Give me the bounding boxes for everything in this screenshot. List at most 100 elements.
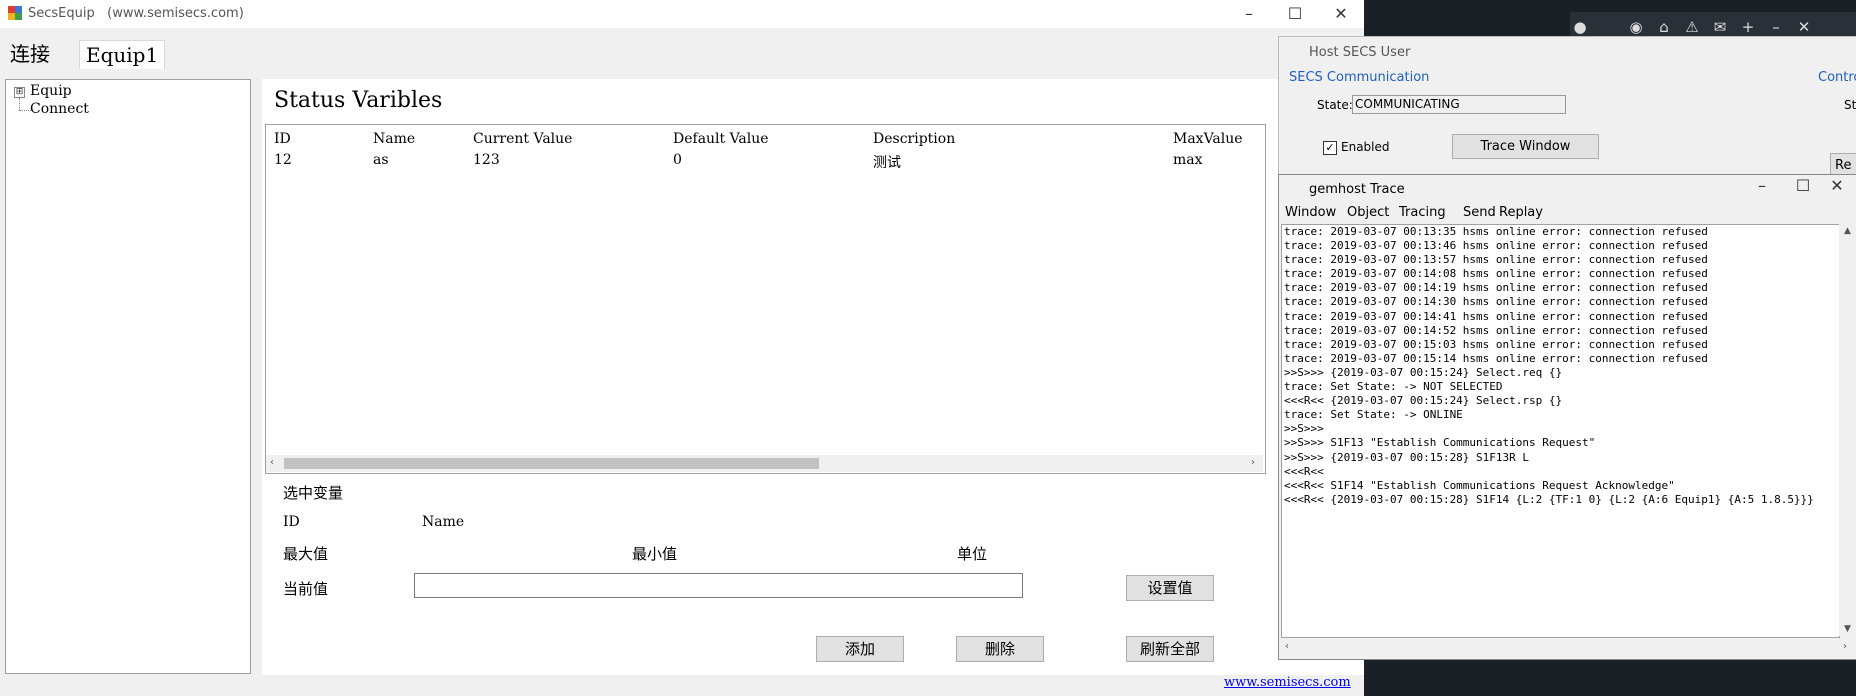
log-line: >>S>>> (1284, 422, 1324, 436)
state-label: State: (1317, 98, 1353, 112)
log-line: trace: Set State: -> ONLINE (1284, 408, 1463, 422)
log-line: >>S>>> S1F13 "Establish Communications R… (1284, 436, 1596, 450)
expand-icon[interactable]: ⊞ (14, 87, 25, 98)
scroll-up-icon[interactable]: ▲ (1844, 226, 1851, 236)
plus-icon[interactable]: + (1738, 17, 1758, 37)
log-line: trace: 2019-03-07 00:15:14 hsms online e… (1284, 351, 1708, 365)
tree-connector (19, 98, 21, 110)
close-button[interactable]: ✕ (1819, 175, 1855, 197)
minimize-button[interactable]: – (1739, 175, 1785, 197)
cell-id: 12 (274, 152, 292, 168)
minimize-icon[interactable]: – (1766, 17, 1786, 37)
menu-replay[interactable]: Replay (1499, 205, 1543, 220)
current-value-label: 当前值 (283, 580, 329, 598)
control-state-label: St (1844, 98, 1856, 112)
min-value-label: 最小值 (632, 545, 678, 563)
column-header[interactable]: Description (873, 131, 955, 147)
status-strip (0, 675, 1364, 696)
tab-bar (0, 28, 1364, 72)
section-title: Status Varibles (274, 88, 443, 113)
menu-object[interactable]: Object (1347, 205, 1389, 220)
enabled-label: Enabled (1341, 140, 1390, 154)
column-header[interactable]: ID (274, 131, 291, 147)
shirt-icon[interactable]: ⌂ (1654, 17, 1674, 37)
minimize-button[interactable]: – (1226, 0, 1272, 28)
horizontal-scrollbar[interactable]: ‹ › (1281, 639, 1856, 656)
log-line: trace: 2019-03-07 00:13:35 hsms online e… (1284, 225, 1708, 238)
table-row[interactable]: 12 as 123 0 测试 max (266, 150, 1263, 171)
app-title: SecsEquip (28, 6, 95, 21)
app-icon (8, 6, 22, 20)
footer-link[interactable]: www.semisecs.com (1224, 675, 1351, 690)
log-line: <<<R<< (1284, 464, 1324, 478)
log-line: <<<R<< S1F14 "Establish Communications R… (1284, 478, 1675, 492)
tree-node-equip[interactable]: Equip (30, 83, 72, 99)
secs-communication-group: SECS Communication (1289, 70, 1430, 85)
log-line: trace: 2019-03-07 00:14:19 hsms online e… (1284, 281, 1708, 295)
tab-equip1[interactable]: Equip1 (79, 40, 166, 69)
current-value-input[interactable] (414, 573, 1023, 598)
record-icon[interactable]: ◉ (1626, 17, 1646, 37)
trace-window-button[interactable]: Trace Window (1452, 134, 1599, 159)
column-header[interactable]: Name (373, 131, 415, 147)
enabled-checkbox[interactable]: ✓ (1323, 141, 1337, 155)
column-header[interactable]: MaxValue (1173, 131, 1243, 147)
title-bar: SecsEquip (www.semisecs.com) – ☐ ✕ (0, 0, 1364, 28)
trace-menu-bar: Window Object Tracing Send Replay (1279, 201, 1856, 223)
delete-button[interactable]: 删除 (956, 636, 1044, 662)
equipment-tree[interactable]: ⊞ Equip Connect (5, 79, 251, 674)
scroll-left-icon[interactable]: ‹ (270, 457, 274, 468)
id-label: ID (283, 514, 300, 530)
log-line: <<<R<< {2019-03-07 00:15:24} Select.rsp … (1284, 394, 1563, 408)
close-icon[interactable]: ✕ (1794, 17, 1814, 37)
trace-log[interactable]: trace: 2019-03-07 00:13:35 hsms online e… (1281, 224, 1840, 638)
cell-name: as (373, 152, 389, 168)
website-title: (www.semisecs.com) (107, 6, 244, 21)
horizontal-scrollbar[interactable]: ‹ › (266, 455, 1263, 472)
mail-icon[interactable]: ✉ (1710, 17, 1730, 37)
menu-tracing[interactable]: Tracing (1399, 205, 1446, 220)
log-line: >>S>>> {2019-03-07 00:15:24} Select.req … (1284, 365, 1563, 379)
vertical-scrollbar[interactable]: ▲ ▼ (1839, 224, 1856, 636)
log-line: >>S>>> {2019-03-07 00:15:28} S1F13R L (1284, 450, 1530, 464)
max-value-label: 最大值 (283, 545, 329, 563)
log-line: trace: 2019-03-07 00:14:52 hsms online e… (1284, 323, 1708, 337)
menu-window[interactable]: Window (1285, 205, 1336, 220)
maximize-button[interactable]: ☐ (1272, 0, 1318, 28)
name-label: Name (422, 514, 465, 530)
column-header[interactable]: Default Value (673, 131, 769, 147)
warning-icon[interactable]: ⚠ (1682, 17, 1702, 37)
main-window: SecsEquip (www.semisecs.com) – ☐ ✕ 连接 Eq… (0, 0, 1364, 696)
set-value-button[interactable]: 设置值 (1126, 575, 1214, 601)
log-line: trace: 2019-03-07 00:15:03 hsms online e… (1284, 337, 1708, 351)
trace-window: gemhost Trace – ☐ ✕ Window Object Tracin… (1278, 174, 1856, 660)
tab-connect[interactable]: 连接 (4, 40, 56, 68)
unit-label: 单位 (957, 545, 988, 563)
host-window-title: Host SECS User (1309, 45, 1411, 60)
scroll-right-icon[interactable]: › (1843, 641, 1847, 652)
host-secs-window: Host SECS User SECS Communication Contro… (1278, 36, 1856, 192)
maximize-button[interactable]: ☐ (1785, 175, 1821, 197)
menu-send[interactable]: Send (1463, 205, 1496, 220)
cell-default-value: 0 (673, 152, 682, 168)
log-line: <<<R<< {2019-03-07 00:15:28} S1F14 {L:2 … (1284, 492, 1814, 506)
notification-icon[interactable]: ● (1570, 17, 1590, 37)
close-button[interactable]: ✕ (1318, 0, 1364, 28)
cell-description: 测试 (873, 155, 901, 171)
scroll-down-icon[interactable]: ▼ (1844, 624, 1851, 634)
add-button[interactable]: 添加 (816, 636, 904, 662)
status-variables-grid[interactable]: ID Name Current Value Default Value Desc… (265, 124, 1266, 474)
scroll-left-icon[interactable]: ‹ (1285, 641, 1289, 652)
column-header[interactable]: Current Value (473, 131, 572, 147)
state-field: COMMUNICATING (1352, 95, 1566, 114)
selected-variable-heading: 选中变量 (283, 484, 344, 502)
scroll-right-icon[interactable]: › (1251, 457, 1255, 468)
log-line: trace: Set State: -> NOT SELECTED (1284, 380, 1503, 394)
tree-node-connect[interactable]: Connect (30, 101, 89, 117)
refresh-all-button[interactable]: 刷新全部 (1126, 636, 1214, 662)
log-line: trace: 2019-03-07 00:14:41 hsms online e… (1284, 309, 1708, 323)
log-line: trace: 2019-03-07 00:13:46 hsms online e… (1284, 239, 1708, 253)
log-line: trace: 2019-03-07 00:14:08 hsms online e… (1284, 267, 1708, 281)
cell-max-value: max (1173, 152, 1203, 168)
scroll-thumb[interactable] (284, 458, 819, 469)
